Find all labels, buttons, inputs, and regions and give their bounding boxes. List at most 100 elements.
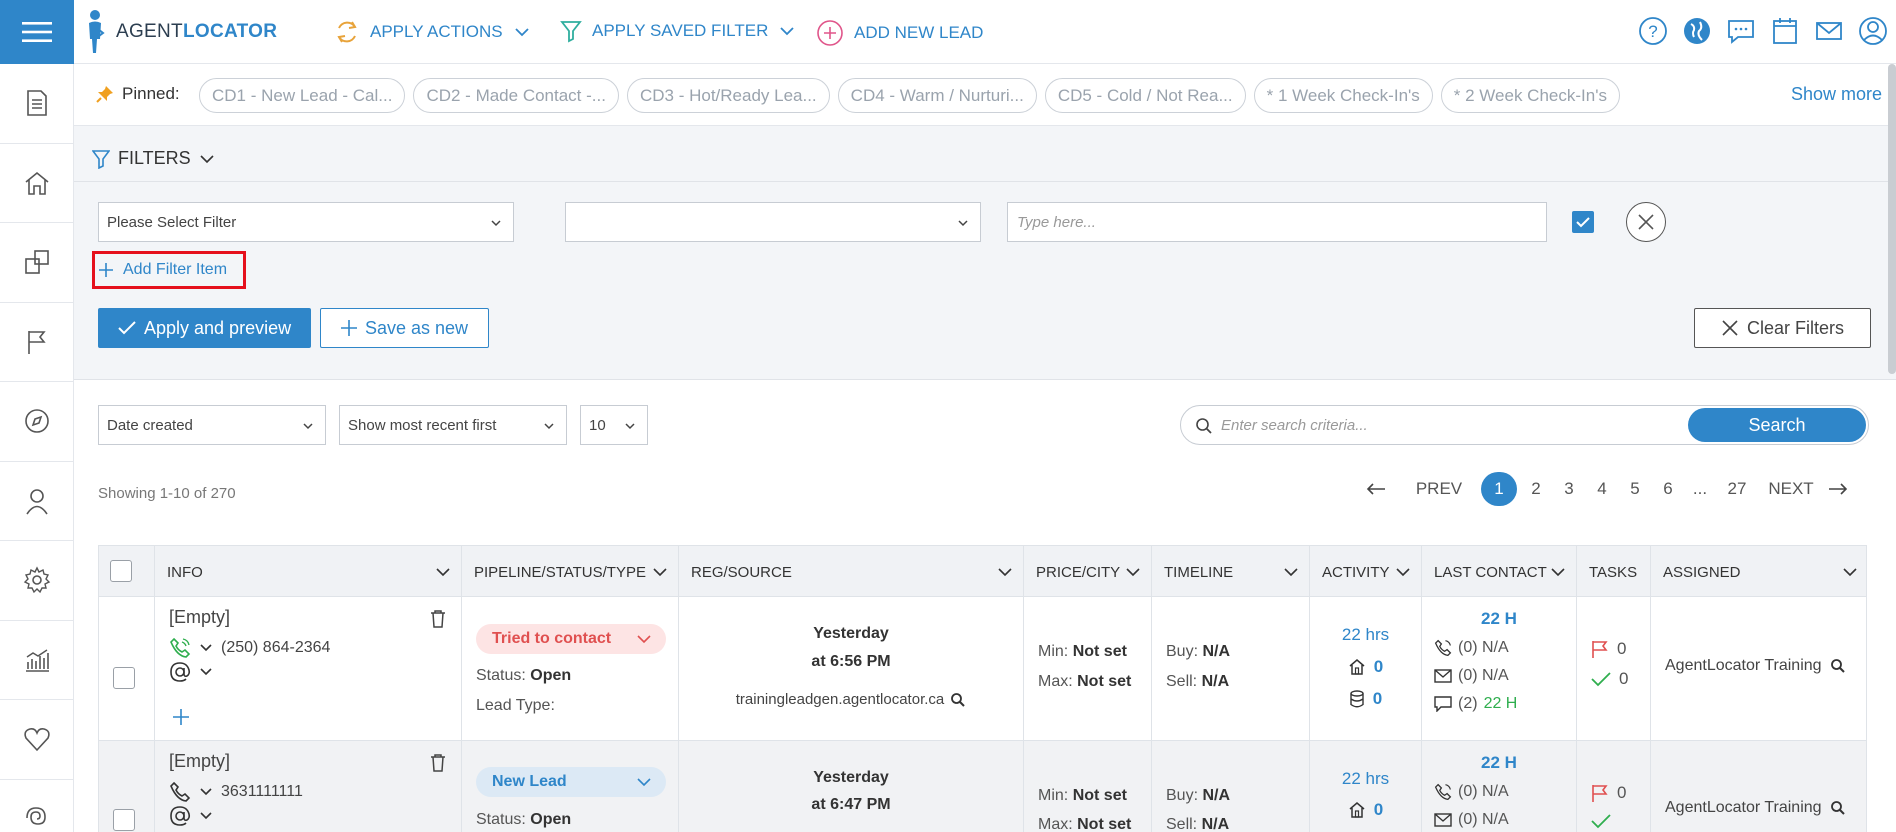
column-header-last-contact[interactable]: LAST CONTACT xyxy=(1422,546,1577,598)
add-new-lead-button[interactable]: ADD NEW LEAD xyxy=(816,19,983,47)
pinned-filter-pill[interactable]: CD2 - Made Contact -... xyxy=(413,78,619,113)
filter-operator-select[interactable] xyxy=(565,202,981,242)
globe-button[interactable] xyxy=(1682,14,1712,48)
sidebar-item-documents[interactable] xyxy=(0,64,74,144)
pinned-filter-pill[interactable]: CD3 - Hot/Ready Lea... xyxy=(626,78,830,113)
pinned-filter-pill[interactable]: CD5 - Cold / Not Rea... xyxy=(1044,78,1246,113)
assigned-name[interactable]: AgentLocator Training xyxy=(1665,657,1822,675)
select-all-checkbox[interactable] xyxy=(110,560,132,582)
pager-prev[interactable]: PREV xyxy=(1414,472,1464,506)
pinned-filter-pill[interactable]: * 2 Week Check-In's xyxy=(1440,78,1620,113)
apply-saved-filter-menu[interactable]: APPLY SAVED FILTER xyxy=(560,19,796,43)
chevron-down-icon[interactable] xyxy=(199,667,213,677)
at-sign-icon[interactable] xyxy=(169,805,191,827)
column-header-activity[interactable]: ACTIVITY xyxy=(1310,546,1422,598)
pager-page[interactable]: 5 xyxy=(1625,472,1645,506)
phone-icon[interactable] xyxy=(169,781,191,803)
activity-time[interactable]: 22 hrs xyxy=(1310,769,1421,789)
column-header-info[interactable]: INFO xyxy=(155,546,462,598)
task-flags[interactable]: 0 xyxy=(1591,639,1626,659)
pinned-filter-pill[interactable]: CD1 - New Lead - Cal... xyxy=(199,78,406,113)
filter-enabled-checkbox[interactable] xyxy=(1572,211,1594,233)
filters-toggle[interactable]: FILTERS xyxy=(92,148,215,169)
apply-actions-menu[interactable]: APPLY ACTIONS xyxy=(334,19,531,45)
sidebar-item-settings[interactable] xyxy=(0,541,74,621)
at-sign-icon[interactable] xyxy=(169,661,191,683)
help-button[interactable]: ? xyxy=(1638,14,1668,48)
pager-next[interactable]: NEXT xyxy=(1768,472,1814,506)
phone-number[interactable]: 3631111111 xyxy=(221,783,303,801)
pager-page[interactable]: 2 xyxy=(1526,472,1546,506)
table-row[interactable]: [Empty] (250) 864-2364 Tried to contact xyxy=(98,597,1867,741)
column-header-assigned[interactable]: ASSIGNED xyxy=(1651,546,1868,598)
page-size-select[interactable]: 10 xyxy=(580,405,648,445)
save-as-new-button[interactable]: Save as new xyxy=(320,308,490,348)
add-contact-plus-icon[interactable] xyxy=(173,709,189,725)
activity-time[interactable]: 22 hrs xyxy=(1310,625,1421,645)
pager-prev-arrow[interactable] xyxy=(1364,472,1388,506)
sidebar-item-favorites[interactable] xyxy=(0,700,74,780)
calendar-button[interactable] xyxy=(1770,14,1800,48)
stage-dropdown[interactable]: Tried to contact xyxy=(476,624,666,654)
row-checkbox[interactable] xyxy=(113,667,135,689)
messages-button[interactable] xyxy=(1726,14,1756,48)
chevron-down-icon[interactable] xyxy=(199,811,213,821)
stage-dropdown[interactable]: New Lead xyxy=(476,767,666,797)
column-header-reg-source[interactable]: REG/SOURCE xyxy=(679,546,1024,598)
filter-value-input[interactable]: Type here... xyxy=(1007,202,1547,242)
sort-field-select[interactable]: Date created xyxy=(98,405,326,445)
sidebar-item-analytics[interactable] xyxy=(0,621,74,700)
clear-filters-button[interactable]: Clear Filters xyxy=(1694,308,1872,348)
column-header-tasks[interactable]: TASKS xyxy=(1577,546,1651,598)
sort-order-select[interactable]: Show most recent first xyxy=(339,405,567,445)
sidebar-item-more[interactable] xyxy=(0,780,74,832)
menu-toggle-button[interactable] xyxy=(0,0,74,64)
phone-number[interactable]: (250) 864-2364 xyxy=(221,639,330,657)
column-header-timeline[interactable]: TIMELINE xyxy=(1152,546,1310,598)
table-row[interactable]: [Empty] 3631111111 New Lead Status: Open xyxy=(98,741,1867,832)
task-flags[interactable]: 0 xyxy=(1591,783,1626,803)
column-header-pipeline[interactable]: PIPELINE/STATUS/TYPE xyxy=(462,546,679,598)
sidebar-item-flags[interactable] xyxy=(0,303,74,382)
chevron-down-icon xyxy=(958,220,968,227)
profile-button[interactable] xyxy=(1858,14,1888,48)
lead-name[interactable]: [Empty] xyxy=(169,751,230,772)
sidebar-item-copy[interactable] xyxy=(0,223,74,303)
row-checkbox[interactable] xyxy=(113,809,135,831)
app-logo[interactable]: AGENTLOCATOR xyxy=(84,6,277,58)
pinned-filter-pill[interactable]: CD4 - Warm / Nurturi... xyxy=(837,78,1037,113)
phone-icon[interactable] xyxy=(169,637,191,659)
pinned-filter-pill[interactable]: * 1 Week Check-In's xyxy=(1253,78,1433,113)
chevron-down-icon[interactable] xyxy=(199,787,213,797)
pager-next-arrow[interactable] xyxy=(1826,472,1850,506)
column-header-price-city[interactable]: PRICE/CITY xyxy=(1024,546,1152,598)
pager-page[interactable]: 4 xyxy=(1592,472,1612,506)
lead-name[interactable]: [Empty] xyxy=(169,607,230,628)
pager-page[interactable]: 6 xyxy=(1658,472,1678,506)
filter-field-select[interactable]: Please Select Filter xyxy=(98,202,514,242)
pager-page[interactable]: 27 xyxy=(1722,472,1752,506)
add-filter-item-button[interactable]: Add Filter Item xyxy=(92,251,246,289)
search-input[interactable]: Enter search criteria... Search xyxy=(1180,405,1869,445)
pager-page[interactable]: 1 xyxy=(1481,472,1517,506)
task-done[interactable] xyxy=(1591,813,1619,829)
search-button[interactable]: Search xyxy=(1688,408,1866,442)
sidebar-item-home[interactable] xyxy=(0,144,74,223)
remove-filter-button[interactable] xyxy=(1626,202,1666,242)
search-icon[interactable] xyxy=(1830,658,1846,674)
search-icon[interactable] xyxy=(950,692,966,708)
sidebar-item-contacts[interactable] xyxy=(0,462,74,541)
page-scrollbar[interactable] xyxy=(1888,64,1896,374)
chevron-down-icon[interactable] xyxy=(199,643,213,653)
search-icon[interactable] xyxy=(1830,800,1846,816)
task-done[interactable]: 0 xyxy=(1591,669,1628,689)
trash-icon[interactable] xyxy=(429,753,447,773)
assigned-name[interactable]: AgentLocator Training xyxy=(1665,799,1822,817)
pager-page[interactable]: 3 xyxy=(1559,472,1579,506)
sidebar-item-explore[interactable] xyxy=(0,382,74,462)
apply-and-preview-button[interactable]: Apply and preview xyxy=(98,308,312,348)
trash-icon[interactable] xyxy=(429,609,447,629)
checkmark-icon xyxy=(1591,672,1611,687)
mail-button[interactable] xyxy=(1814,14,1844,48)
show-more-link[interactable]: Show more xyxy=(1791,84,1882,105)
